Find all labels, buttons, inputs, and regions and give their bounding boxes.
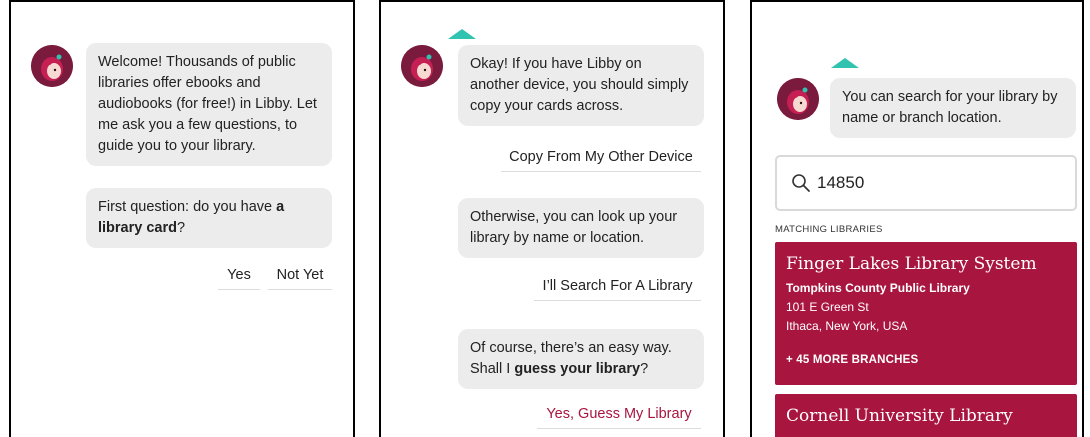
search-library-message: Otherwise, you can look up your library …: [458, 198, 704, 258]
copy-from-other-device-button[interactable]: Copy From My Other Device: [501, 149, 701, 172]
welcome-panel: Welcome! Thousands of public libraries o…: [9, 0, 355, 437]
welcome-message: Welcome! Thousands of public libraries o…: [86, 43, 332, 166]
copy-cards-message: Okay! If you have Libby on another devic…: [458, 45, 704, 126]
library-name: Cornell University Library: [786, 406, 1013, 426]
search-library-text: Otherwise, you can look up your library …: [470, 209, 678, 246]
search-for-library-button[interactable]: I’ll Search For A Library: [534, 278, 701, 301]
branch-address-line1: 101 E Green St: [786, 300, 869, 314]
search-input-value: 14850: [817, 173, 865, 192]
question-suffix: ?: [177, 220, 186, 236]
more-branches-link[interactable]: + 45 MORE BRANCHES: [786, 354, 1066, 366]
libby-avatar: [401, 45, 443, 87]
copy-cards-text: Okay! If you have Libby on another devic…: [470, 56, 689, 114]
libby-face-icon: [777, 78, 819, 120]
library-result-card[interactable]: Finger Lakes Library System Tompkins Cou…: [775, 242, 1077, 385]
not-yet-button[interactable]: Not Yet: [268, 267, 332, 290]
libby-face-icon: [31, 45, 73, 87]
guess-library-message: Of course, there’s an easy way. Shall I …: [458, 329, 704, 389]
library-card-question: First question: do you have a library ca…: [86, 188, 332, 248]
search-prompt-text: You can search for your library by name …: [842, 89, 1058, 126]
matching-libraries-heading: MATCHING LIBRARIES: [775, 224, 883, 235]
question-text: First question: do you have: [98, 199, 277, 215]
library-search-input[interactable]: 14850: [775, 155, 1077, 211]
scroll-up-caret-icon[interactable]: [448, 29, 476, 39]
libby-avatar: [777, 78, 819, 120]
guess-my-library-button[interactable]: Yes, Guess My Library: [537, 406, 701, 429]
library-name: Finger Lakes Library System: [786, 254, 1037, 274]
scroll-up-caret-icon[interactable]: [831, 58, 859, 68]
library-search-panel: You can search for your library by name …: [750, 0, 1084, 437]
yes-button[interactable]: Yes: [218, 267, 260, 290]
copy-or-search-panel: Okay! If you have Libby on another devic…: [379, 0, 725, 437]
branch-address-line2: Ithaca, New York, USA: [786, 319, 908, 333]
guess-suffix: ?: [640, 361, 649, 377]
search-icon: [792, 174, 810, 192]
library-result-card[interactable]: Cornell University Library: [775, 394, 1077, 437]
branch-name: Tompkins County Public Library: [786, 281, 970, 295]
libby-avatar: [31, 45, 73, 87]
search-prompt-message: You can search for your library by name …: [830, 78, 1076, 138]
libby-face-icon: [401, 45, 443, 87]
guess-bold-text: guess your library: [514, 361, 641, 377]
welcome-text: Welcome! Thousands of public libraries o…: [98, 54, 317, 154]
